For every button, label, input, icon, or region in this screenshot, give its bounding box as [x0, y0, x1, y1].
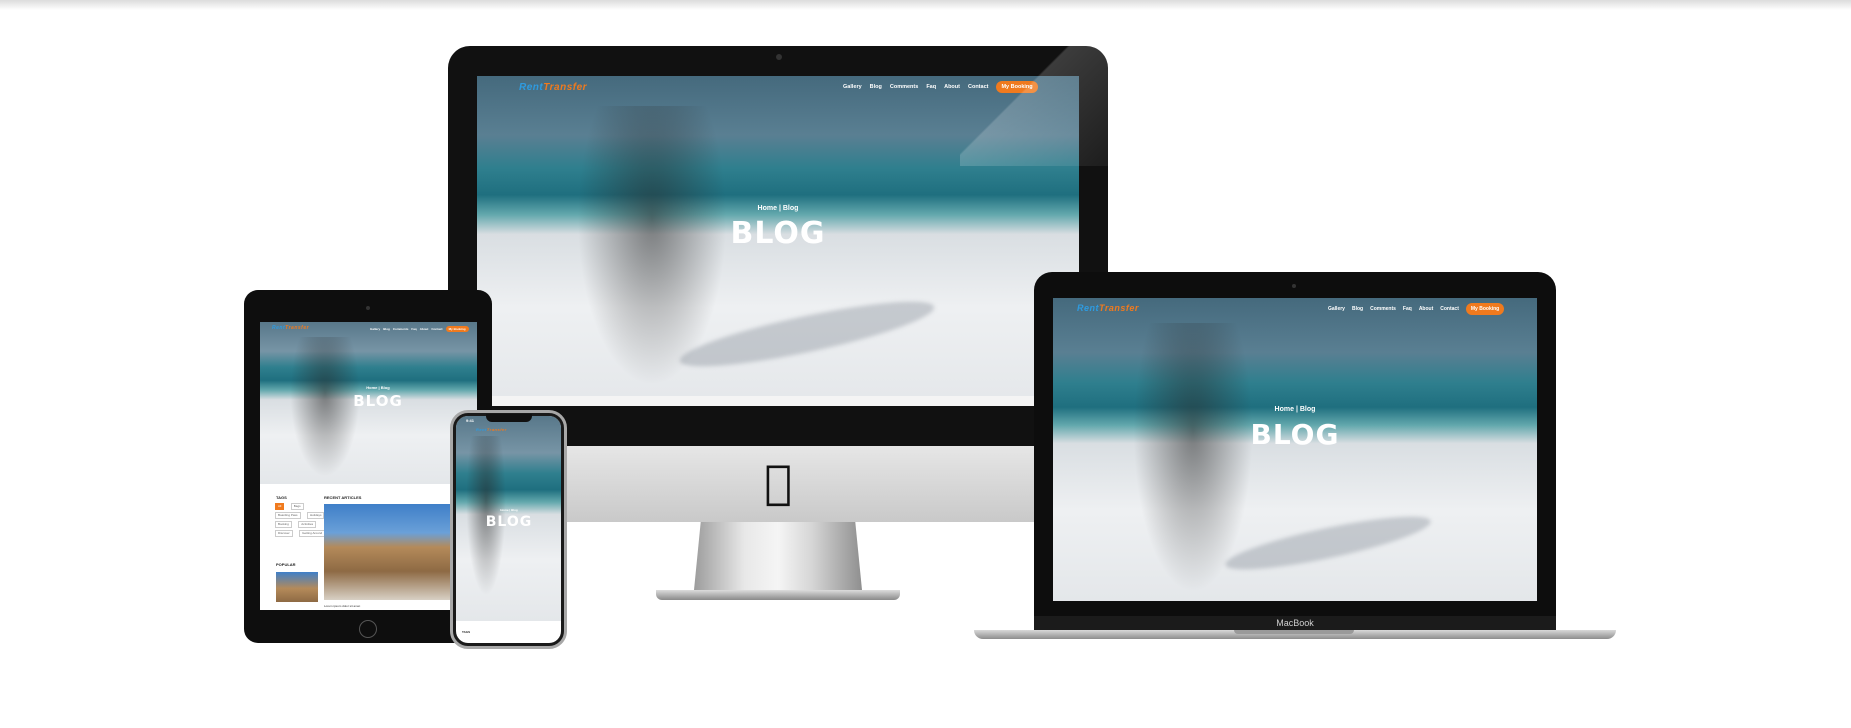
article-image[interactable] — [324, 504, 462, 600]
breadcrumb-home[interactable]: Home — [500, 508, 508, 512]
macbook-camera — [1292, 284, 1296, 288]
tag-list: All Bags Boarding Pass Holidays Booking … — [274, 502, 330, 538]
macbook-screen: RentTransfer Gallery Blog Comments Faq A… — [1053, 298, 1537, 601]
breadcrumb: Home | Blog — [500, 508, 518, 512]
breadcrumb: Home | Blog — [757, 205, 799, 212]
status-time: 9:41 — [466, 418, 475, 423]
breadcrumb-home[interactable]: Home — [1275, 406, 1294, 413]
popular-thumbnail[interactable] — [276, 572, 318, 602]
site-logo[interactable]: RentTransfer — [272, 325, 309, 331]
nav-comments[interactable]: Comments — [890, 84, 918, 90]
tag-item[interactable]: Boarding Pass — [275, 512, 301, 519]
imac-stand-foot — [656, 590, 900, 600]
tag-item[interactable]: Activities — [298, 521, 317, 528]
site-logo[interactable]: RentTransfer — [519, 82, 587, 93]
nav-faq[interactable]: Faq — [411, 327, 416, 331]
ipad-camera — [366, 306, 370, 310]
breadcrumb: Home | Blog — [366, 385, 390, 390]
recent-articles-heading: RECENT ARTICLES — [324, 495, 362, 500]
nav-blog[interactable]: Blog — [383, 327, 390, 331]
nav-about[interactable]: About — [1419, 306, 1433, 312]
page-bottom — [477, 396, 1079, 406]
nav-faq[interactable]: Faq — [926, 84, 936, 90]
imac-glare — [960, 46, 1108, 166]
nav-blog[interactable]: Blog — [870, 84, 882, 90]
nav-contact[interactable]: Contact — [1440, 306, 1459, 312]
tags-heading: TAGS — [462, 630, 471, 634]
popular-heading: POPULAR — [276, 562, 296, 567]
nav-about[interactable]: About — [944, 84, 960, 90]
main-nav: Gallery Blog Comments Faq About Contact … — [370, 326, 469, 332]
nav-contact[interactable]: Contact — [431, 327, 442, 331]
breadcrumb-home[interactable]: Home — [366, 385, 377, 390]
iphone-notch — [486, 414, 532, 422]
tag-item[interactable]: Discover — [275, 530, 293, 537]
breadcrumb-home[interactable]: Home — [758, 205, 777, 212]
page-title: BLOG — [1250, 418, 1340, 451]
ipad-screen: RentTransfer Gallery Blog Comments Faq A… — [260, 322, 477, 610]
page-title: BLOG — [730, 216, 826, 251]
my-booking-button[interactable]: My Booking — [445, 326, 469, 332]
nav-about[interactable]: About — [420, 327, 429, 331]
nav-blog[interactable]: Blog — [1352, 306, 1363, 312]
nav-gallery[interactable]: Gallery — [1328, 306, 1345, 312]
breadcrumb-current: Blog — [1299, 406, 1316, 413]
tag-item[interactable]: Holidays — [306, 512, 325, 519]
nav-comments[interactable]: Comments — [393, 327, 409, 331]
breadcrumb-current: Blog — [511, 508, 518, 512]
nav-faq[interactable]: Faq — [1403, 306, 1412, 312]
macbook-notch — [1234, 630, 1354, 634]
ipad-home-button[interactable] — [359, 620, 377, 638]
page-title: BLOG — [353, 392, 403, 410]
tag-item[interactable]: Getting Around — [299, 530, 326, 537]
imac-stand — [694, 522, 862, 590]
breadcrumb-current: Blog — [380, 385, 390, 390]
iphone-screen: 9:41 RentTransfer Home | Blog BLOG TAGS — [456, 416, 561, 643]
nav-gallery[interactable]: Gallery — [370, 327, 380, 331]
site-logo[interactable]: RentTransfer — [1077, 303, 1139, 313]
tag-item[interactable]: Bags — [290, 503, 304, 510]
page-title: BLOG — [485, 514, 533, 530]
my-booking-button[interactable]: My Booking — [1465, 303, 1505, 315]
apple-logo-icon:  — [756, 456, 800, 508]
nav-comments[interactable]: Comments — [1370, 306, 1396, 312]
tag-item[interactable]: All — [275, 503, 285, 510]
breadcrumb: Home | Blog — [1274, 406, 1316, 413]
nav-gallery[interactable]: Gallery — [843, 84, 862, 90]
breadcrumb-current: Blog — [782, 205, 799, 212]
site-logo[interactable]: RentTransfer — [476, 427, 507, 432]
tag-item[interactable]: Booking — [275, 521, 292, 528]
family-photo — [1133, 323, 1253, 593]
main-nav: Gallery Blog Comments Faq About Contact … — [1328, 303, 1505, 315]
imac-camera — [776, 54, 782, 60]
top-shade — [0, 0, 1851, 10]
macbook-label: MacBook — [1276, 618, 1314, 628]
article-caption[interactable]: Lorem ipsum dolor sit amet — [324, 604, 360, 608]
